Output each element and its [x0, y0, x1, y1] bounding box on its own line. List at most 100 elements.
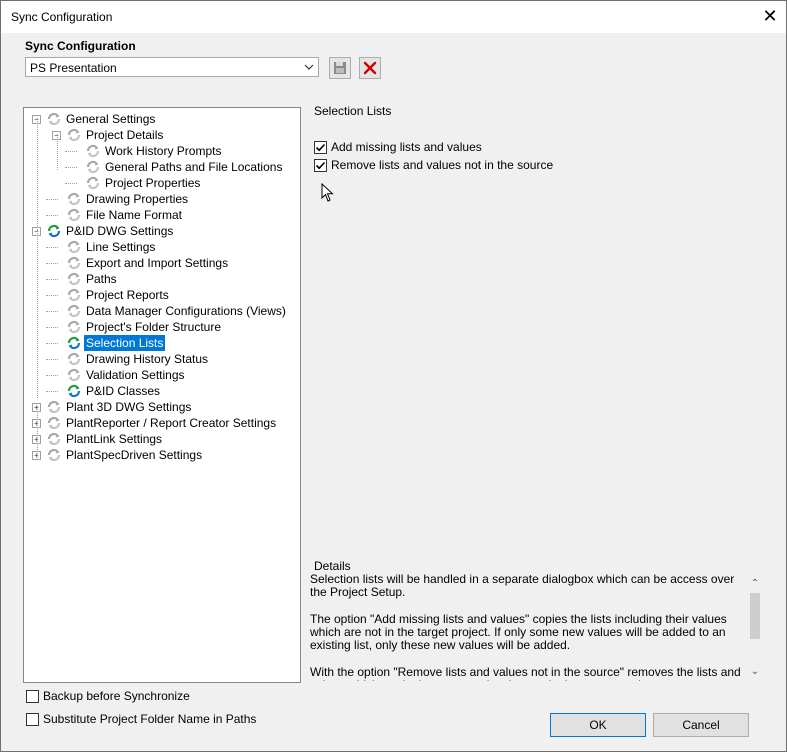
- tree-node[interactable]: Paths: [24, 271, 294, 287]
- sync-active-icon: [46, 223, 62, 239]
- sync-inactive-icon: [85, 159, 101, 175]
- option-checkbox[interactable]: [314, 141, 327, 154]
- delete-button[interactable]: [359, 57, 381, 79]
- config-group-label: Sync Configuration: [25, 39, 136, 53]
- tree-node-label[interactable]: Paths: [84, 271, 119, 287]
- tree-node[interactable]: Data Manager Configurations (Views): [24, 303, 294, 319]
- window-title: Sync Configuration: [11, 10, 113, 24]
- sync-inactive-icon: [46, 447, 62, 463]
- tree-node-label[interactable]: Export and Import Settings: [84, 255, 230, 271]
- settings-tree[interactable]: − General Settings − Project Details Work Hi…: [23, 107, 301, 683]
- details-title: Details: [314, 559, 351, 573]
- option-label: Add missing lists and values: [331, 140, 482, 154]
- tree-node-label[interactable]: Drawing Properties: [84, 191, 190, 207]
- sync-inactive-icon: [66, 239, 82, 255]
- tree-node[interactable]: File Name Format: [24, 207, 294, 223]
- tree-node[interactable]: Validation Settings: [24, 367, 294, 383]
- sync-active-icon: [66, 383, 82, 399]
- tree-node-label[interactable]: Selection Lists: [84, 335, 166, 351]
- cancel-button[interactable]: Cancel: [653, 713, 749, 737]
- tree-node[interactable]: + Plant 3D DWG Settings: [24, 399, 294, 415]
- tree-node[interactable]: Drawing Properties: [24, 191, 294, 207]
- tree-node[interactable]: Drawing History Status: [24, 351, 294, 367]
- chevron-down-icon[interactable]: [302, 58, 316, 76]
- sync-inactive-icon: [46, 431, 62, 447]
- details-paragraph: Selection lists will be handled in a sep…: [310, 573, 735, 599]
- tree-node[interactable]: Selection Lists: [24, 335, 294, 351]
- tree-node[interactable]: − P&ID DWG Settings: [24, 223, 294, 239]
- details-paragraph: The option "Add missing lists and values…: [310, 612, 727, 652]
- tree-node-label[interactable]: PlantSpecDriven Settings: [64, 447, 204, 463]
- tree-node-label[interactable]: Plant 3D DWG Settings: [64, 399, 193, 415]
- tree-node-label[interactable]: Project Properties: [103, 175, 202, 191]
- tree-guide-line: [57, 134, 58, 170]
- sync-inactive-icon: [46, 399, 62, 415]
- details-paragraph: With the option "Remove lists and values…: [310, 665, 741, 682]
- title-bar: Sync Configuration ✕: [1, 1, 786, 33]
- tree-node-label[interactable]: PlantReporter / Report Creator Settings: [64, 415, 278, 431]
- tree-node-label[interactable]: General Paths and File Locations: [103, 159, 284, 175]
- tree-node[interactable]: + PlantSpecDriven Settings: [24, 447, 294, 463]
- sync-inactive-icon: [66, 127, 82, 143]
- option-label: Remove lists and values not in the sourc…: [331, 158, 554, 172]
- tree-node[interactable]: P&ID Classes: [24, 383, 294, 399]
- save-button[interactable]: [329, 57, 351, 79]
- scroll-down-icon[interactable]: ⌄: [748, 665, 762, 679]
- tree-node-label[interactable]: P&ID DWG Settings: [64, 223, 175, 239]
- red-x-icon: [363, 61, 377, 75]
- tree-node[interactable]: + PlantReporter / Report Creator Settings: [24, 415, 294, 431]
- tree-connector: [46, 263, 58, 264]
- tree-connector: [46, 375, 58, 376]
- tree-node[interactable]: − Project Details: [24, 127, 294, 143]
- sync-active-icon: [66, 335, 82, 351]
- tree-node[interactable]: Export and Import Settings: [24, 255, 294, 271]
- ok-button[interactable]: OK: [550, 713, 646, 737]
- details-text: Selection lists will be handled in a sep…: [310, 573, 742, 681]
- tree-connector: [46, 311, 58, 312]
- tree-connector: [46, 359, 58, 360]
- tree-node[interactable]: Line Settings: [24, 239, 294, 255]
- tree-node-label[interactable]: Drawing History Status: [84, 351, 210, 367]
- tree-node[interactable]: − General Settings: [24, 111, 294, 127]
- tree-guide-line: [37, 406, 38, 460]
- option-checkbox[interactable]: [314, 159, 327, 172]
- scroll-up-icon[interactable]: ⌃: [748, 577, 762, 591]
- tree-node-label[interactable]: Project Reports: [84, 287, 171, 303]
- tree-node[interactable]: Project's Folder Structure: [24, 319, 294, 335]
- scroll-thumb[interactable]: [750, 593, 760, 639]
- configuration-select[interactable]: PS Presentation: [25, 57, 319, 77]
- tree-node[interactable]: General Paths and File Locations: [24, 159, 294, 175]
- tree-node[interactable]: + PlantLink Settings: [24, 431, 294, 447]
- tree-node-label[interactable]: Line Settings: [84, 239, 157, 255]
- sync-inactive-icon: [66, 207, 82, 223]
- sync-inactive-icon: [46, 111, 62, 127]
- panel-title: Selection Lists: [314, 104, 392, 118]
- settings-panel: Selection Lists Add missing lists and va…: [306, 99, 764, 549]
- tree-node-label[interactable]: PlantLink Settings: [64, 431, 164, 447]
- tree-node-label[interactable]: Project Details: [84, 127, 165, 143]
- backup-checkbox[interactable]: [26, 690, 39, 703]
- tree-node[interactable]: Project Properties: [24, 175, 294, 191]
- substitute-checkbox[interactable]: [26, 713, 39, 726]
- sync-inactive-icon: [66, 367, 82, 383]
- tree-connector: [46, 279, 58, 280]
- sync-inactive-icon: [85, 143, 101, 159]
- mouse-cursor-icon: [321, 183, 334, 202]
- close-icon[interactable]: ✕: [759, 4, 781, 28]
- tree-node-label[interactable]: Project's Folder Structure: [84, 319, 223, 335]
- tree-node-label[interactable]: Validation Settings: [84, 367, 187, 383]
- tree-node[interactable]: Work History Prompts: [24, 143, 294, 159]
- substitute-label: Substitute Project Folder Name in Paths: [43, 712, 257, 726]
- tree-node-label[interactable]: General Settings: [64, 111, 157, 127]
- tree-connector: [46, 295, 58, 296]
- tree-node-label[interactable]: P&ID Classes: [84, 383, 162, 399]
- sync-configuration-dialog: Sync Configuration ✕ Sync Configuration …: [0, 0, 787, 752]
- tree-guide-line: [37, 230, 38, 398]
- tree-node[interactable]: Project Reports: [24, 287, 294, 303]
- sync-inactive-icon: [46, 415, 62, 431]
- tree-node-label[interactable]: Data Manager Configurations (Views): [84, 303, 288, 319]
- sync-inactive-icon: [66, 255, 82, 271]
- details-scrollbar[interactable]: ⌃ ⌄: [746, 575, 762, 681]
- tree-node-label[interactable]: File Name Format: [84, 207, 184, 223]
- tree-node-label[interactable]: Work History Prompts: [103, 143, 223, 159]
